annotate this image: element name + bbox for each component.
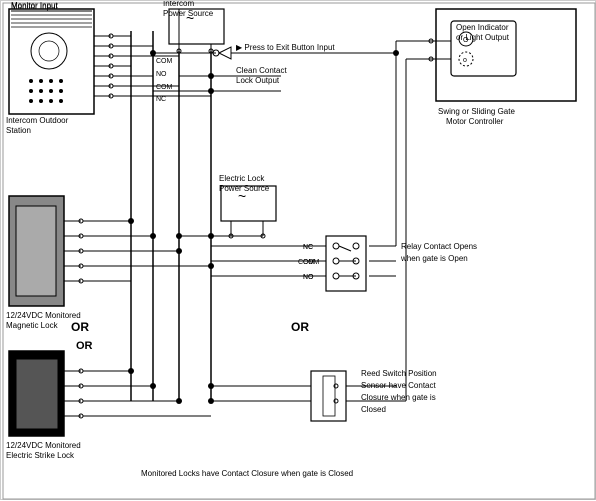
svg-text:Magnetic Lock: Magnetic Lock	[6, 321, 59, 330]
svg-text:Clean Contact: Clean Contact	[236, 66, 287, 75]
svg-text:COM: COM	[156, 58, 173, 65]
svg-text:Electric Strike Lock: Electric Strike Lock	[6, 451, 75, 460]
svg-text:OR: OR	[71, 320, 89, 334]
svg-text:12/24VDC Monitored: 12/24VDC Monitored	[6, 311, 81, 320]
svg-text:COM: COM	[156, 84, 173, 91]
svg-text:OR: OR	[76, 340, 93, 352]
svg-text:NO: NO	[156, 71, 167, 78]
svg-text:Relay Contact Opens: Relay Contact Opens	[401, 242, 477, 251]
svg-text:Power Source: Power Source	[163, 9, 214, 18]
svg-text:Intercom: Intercom	[163, 1, 194, 8]
svg-text:Motor Controller: Motor Controller	[446, 117, 504, 126]
wiring-diagram: Monitor Input ~	[0, 0, 596, 500]
svg-text:12/24VDC Monitored: 12/24VDC Monitored	[6, 441, 81, 450]
svg-text:OR: OR	[291, 320, 309, 334]
svg-text:Monitored Locks have Contact C: Monitored Locks have Contact Closure whe…	[141, 469, 353, 478]
svg-text:NC: NC	[303, 244, 313, 251]
svg-text:o: o	[463, 57, 467, 64]
svg-text:or Light Output: or Light Output	[456, 33, 510, 42]
svg-text:Closed: Closed	[361, 405, 386, 414]
svg-text:Power Source: Power Source	[219, 184, 270, 193]
svg-text:Swing or Sliding Gate: Swing or Sliding Gate	[438, 107, 515, 116]
svg-text:Open Indicator: Open Indicator	[456, 23, 509, 32]
svg-text:Closure when gate is: Closure when gate is	[361, 393, 436, 402]
svg-text:COM: COM	[298, 259, 315, 266]
svg-text:Station: Station	[6, 126, 31, 135]
svg-text:Lock Output: Lock Output	[236, 76, 280, 85]
svg-text:▶ Press to Exit Button Input: ▶ Press to Exit Button Input	[236, 43, 335, 52]
svg-text:Intercom Outdoor: Intercom Outdoor	[6, 116, 69, 125]
svg-text:NC: NC	[156, 96, 166, 103]
svg-text:Electric Lock: Electric Lock	[219, 174, 265, 183]
svg-text:Sensor have Contact: Sensor have Contact	[361, 381, 436, 390]
svg-text:NO: NO	[303, 274, 314, 281]
svg-text:Monitor Input: Monitor Input	[11, 1, 58, 10]
svg-text:when gate is Open: when gate is Open	[400, 254, 468, 263]
svg-text:Reed Switch Position: Reed Switch Position	[361, 369, 437, 378]
